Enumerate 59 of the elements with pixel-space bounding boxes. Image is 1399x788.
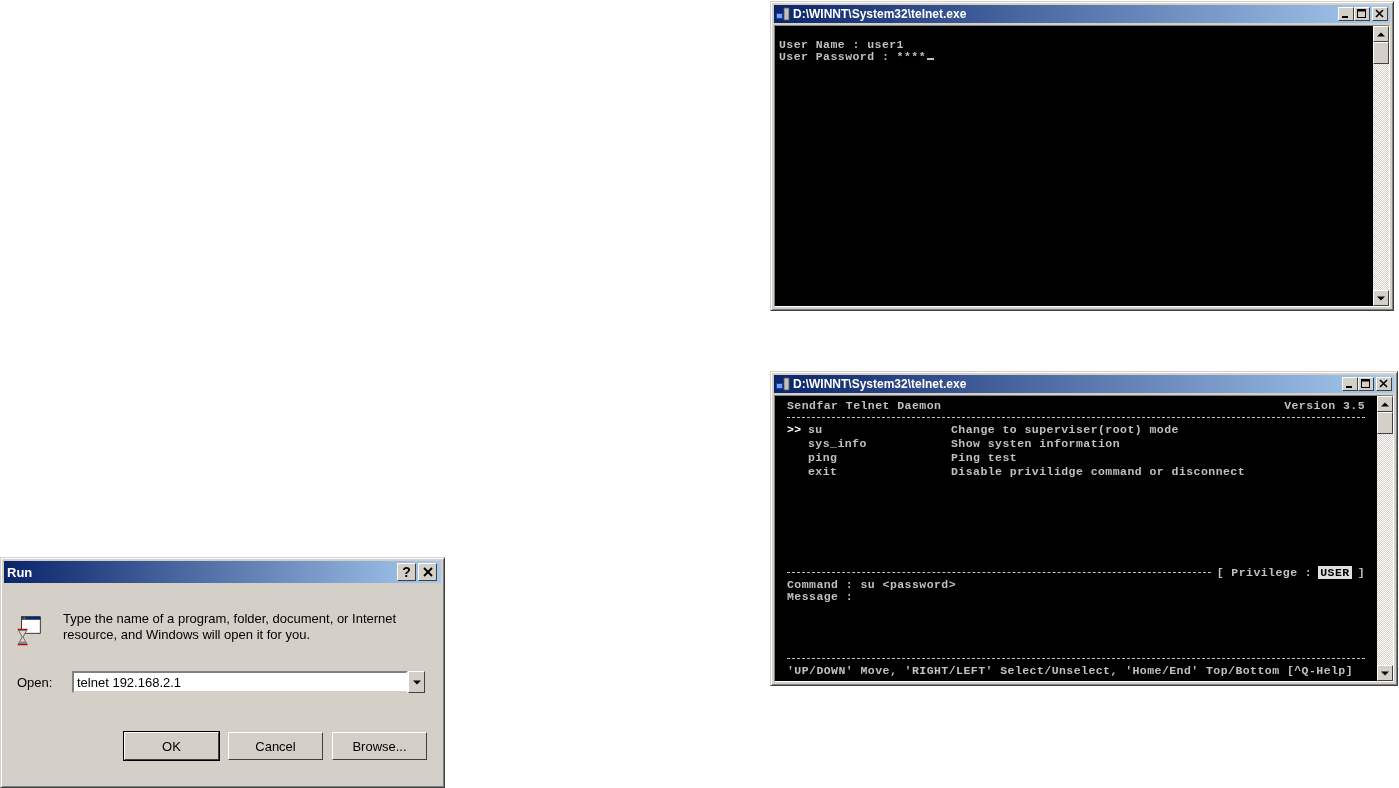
console-line: User Password : ****	[779, 51, 927, 63]
scroll-thumb[interactable]	[1373, 42, 1389, 64]
scroll-down-button[interactable]	[1373, 290, 1389, 306]
console-line: User Name : user1	[779, 39, 904, 51]
open-field[interactable]: telnet 192.168.2.1	[72, 671, 408, 693]
scroll-down-button[interactable]	[1377, 665, 1393, 681]
maximize-button[interactable]	[1354, 7, 1370, 21]
menu-description: Change to superviser(root) mode	[951, 424, 1179, 436]
privilege-label: [ Privilege :	[1216, 567, 1313, 579]
bracket-text: ]	[1357, 567, 1365, 579]
scroll-up-button[interactable]	[1377, 396, 1393, 412]
up-arrow-icon	[1377, 31, 1385, 37]
window-title: D:\WINNT\System32\telnet.exe	[793, 377, 968, 391]
minimize-button[interactable]	[1342, 377, 1358, 391]
maximize-icon	[1361, 379, 1371, 389]
scrollbar[interactable]	[1373, 26, 1389, 306]
close-icon	[422, 567, 433, 577]
dialog-button[interactable]: Browse...	[332, 732, 427, 760]
open-label: Open:	[17, 674, 53, 690]
dialog-button[interactable]: Cancel	[228, 732, 323, 760]
down-arrow-icon	[1377, 295, 1385, 301]
privilege-value: USER	[1318, 566, 1352, 579]
menu-description: Ping test	[951, 452, 1018, 464]
menu-description: Show systen information	[951, 438, 1121, 450]
minimize-icon	[1346, 386, 1352, 388]
scroll-thumb[interactable]	[1377, 412, 1393, 434]
console-header: Sendfar Telnet Daemon	[787, 400, 942, 412]
menu-command[interactable]: exit	[808, 466, 951, 478]
window-title: D:\WINNT\System32\telnet.exe	[793, 7, 968, 21]
minimize-button[interactable]	[1338, 7, 1354, 21]
maximize-icon	[1357, 9, 1367, 19]
dropdown-button[interactable]	[408, 671, 425, 693]
menu-command[interactable]: su	[808, 424, 951, 436]
menu-command[interactable]: sys_info	[808, 438, 951, 450]
version-text: Version 3.5	[1284, 400, 1365, 412]
menu-command[interactable]: ping	[808, 452, 951, 464]
scrollbar[interactable]	[1377, 396, 1393, 681]
close-button[interactable]	[1376, 377, 1392, 391]
message-line: Message :	[787, 591, 854, 603]
help-line: 'UP/DOWN' Move, 'RIGHT/LEFT' Select/Unselect, 'Home/End' Top/Bottom [^Q-Help]	[787, 665, 1354, 677]
instruction-text: Type the name of a program, folder, document, or Internet resource, and Windows will open it for you.	[63, 611, 398, 643]
close-button[interactable]	[1372, 7, 1388, 21]
minimize-icon	[1342, 16, 1348, 18]
command-line: Command : su <password>	[787, 579, 957, 591]
maximize-button[interactable]	[1358, 377, 1374, 391]
selection-marker: >>	[787, 424, 803, 436]
close-icon	[1379, 379, 1389, 389]
window-title: Run	[7, 564, 33, 580]
dialog-button[interactable]: OK	[124, 732, 219, 760]
caret-icon	[412, 679, 421, 685]
scroll-up-button[interactable]	[1373, 26, 1389, 42]
computer-icon	[776, 7, 790, 21]
down-arrow-icon	[1381, 670, 1389, 676]
up-arrow-icon	[1381, 401, 1389, 407]
computer-icon	[776, 377, 790, 391]
close-button[interactable]	[418, 563, 437, 581]
close-icon	[1375, 9, 1385, 19]
help-button[interactable]: ?	[397, 563, 416, 581]
menu-description: Disable privilidge command or disconnect	[951, 466, 1246, 478]
